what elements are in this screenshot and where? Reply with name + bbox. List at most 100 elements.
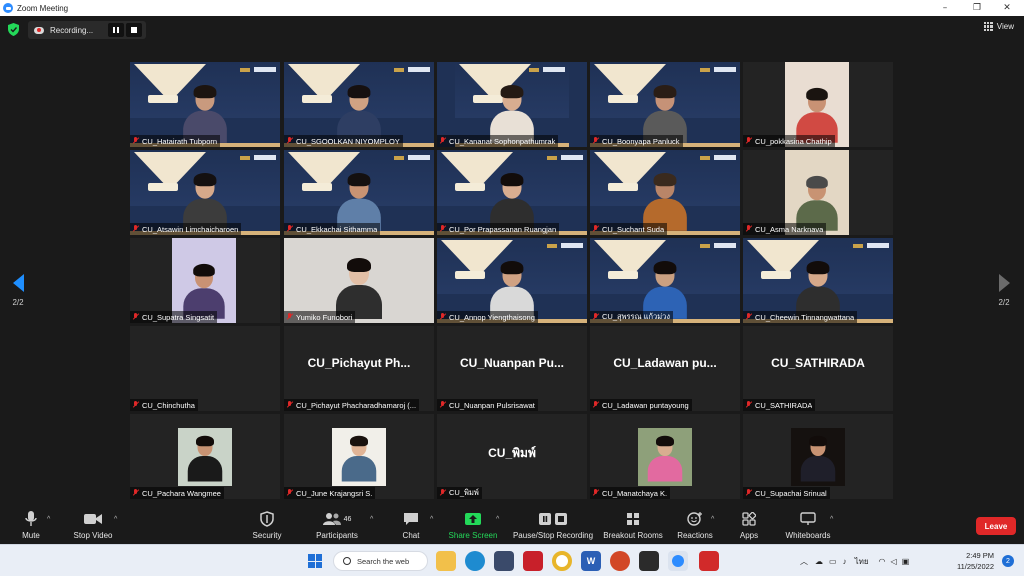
taskbar-clock[interactable]: 2:49 PM 11/25/2022 — [957, 550, 994, 572]
participant-name: CU_Kananat Sophonpathumrak — [449, 136, 556, 146]
whiteboards-button[interactable]: Whiteboards ^ — [773, 510, 843, 540]
stop-recording-button[interactable] — [126, 23, 142, 37]
view-button[interactable]: View — [983, 22, 1014, 31]
powerpoint-icon[interactable] — [610, 551, 630, 571]
word-icon[interactable]: W — [581, 551, 601, 571]
battery-icon[interactable]: ▭ — [829, 557, 837, 566]
participant-tile[interactable]: CU_Asma Narknava — [743, 150, 893, 235]
participant-tile[interactable]: CU_Atsawin Limchaicharoen — [130, 150, 280, 235]
participants-label: Participants — [316, 531, 358, 540]
participant-tile[interactable]: CU_Ekkachai Sithamma — [284, 150, 434, 235]
restore-button[interactable]: ❐ — [962, 0, 992, 16]
share-screen-button[interactable]: Share Screen ^ — [438, 510, 508, 540]
stop-video-button[interactable]: Stop Video ^ — [58, 510, 128, 540]
tray-overflow-chevron-icon[interactable]: ︿ — [800, 556, 808, 567]
participant-tile[interactable]: CU_Pachara Wangmee — [130, 414, 280, 499]
mute-button[interactable]: Mute ^ — [0, 510, 66, 540]
participant-tile[interactable]: CU_Boonyapa Panluck — [590, 62, 740, 147]
input-language[interactable]: ไทย — [855, 555, 869, 568]
minimize-button[interactable]: – — [930, 0, 960, 16]
muted-microphone-icon — [132, 137, 139, 145]
sticky-notes-icon[interactable] — [639, 551, 659, 571]
participant-name: CU_Suchant Suda — [602, 224, 665, 234]
participant-tile[interactable]: CU_Suchant Suda — [590, 150, 740, 235]
participant-tile[interactable]: CU_Kananat Sophonpathumrak — [437, 62, 587, 147]
security-shield-icon[interactable] — [8, 23, 19, 36]
chrome-browser-icon[interactable] — [552, 551, 572, 571]
edge-browser-icon[interactable] — [465, 551, 485, 571]
participant-name-label: CU_Supatra Singsatit — [130, 311, 218, 323]
muted-microphone-icon — [439, 137, 446, 145]
notification-badge[interactable]: 2 — [1002, 555, 1014, 567]
participant-tile[interactable]: CU_SGOOLKAN NIYOMPLOY — [284, 62, 434, 147]
video-options-caret-icon[interactable]: ^ — [114, 516, 117, 523]
participant-name: CU_พิมพ์ — [449, 488, 479, 497]
microsoft-store-icon[interactable] — [494, 551, 514, 571]
participant-tile[interactable]: Yumiko Funobori — [284, 238, 434, 323]
mcafee-icon[interactable] — [523, 551, 543, 571]
participant-tile[interactable]: CU_พิมพ์ CU_พิมพ์ — [437, 414, 587, 499]
participant-tile[interactable]: CU_SATHIRADA CU_SATHIRADA — [743, 326, 893, 411]
participant-tile[interactable]: CU_Por Prapassanan Ruangjan — [437, 150, 587, 235]
participant-tile[interactable]: CU_Nuanpan Pu... CU_Nuanpan Pulsrisawat — [437, 326, 587, 411]
participant-tile[interactable]: CU_Cheewin Tinnangwattana — [743, 238, 893, 323]
previous-page-button[interactable]: 2/2 — [9, 274, 27, 307]
participant-tile[interactable]: CU_Pichayut Ph... CU_Pichayut Phacharadha… — [284, 326, 434, 411]
participant-name-label: CU_pokkasina Chathip — [743, 135, 835, 147]
participant-tile[interactable]: CU_Supatra Singsatit — [130, 238, 280, 323]
security-shield-outline-icon — [260, 511, 274, 527]
participant-name-label: CU_Atsawin Limchaicharoen — [130, 223, 242, 235]
muted-microphone-icon — [439, 489, 446, 497]
participant-tile[interactable]: CU_Ladawan pu... CU_Ladawan puntayoung — [590, 326, 740, 411]
muted-microphone-icon — [745, 313, 752, 321]
windows-start-icon[interactable] — [308, 554, 322, 568]
participants-button[interactable]: 46 Participants ^ — [302, 510, 373, 540]
breakout-rooms-button[interactable]: Breakout Rooms — [598, 510, 668, 540]
search-icon — [343, 557, 351, 565]
leave-meeting-button[interactable]: Leave — [976, 517, 1016, 535]
tray-microphone-icon[interactable]: ♪ — [843, 557, 847, 566]
participant-tile[interactable]: CU_Hatairath Tubporn — [130, 62, 280, 147]
participant-name: CU_Asma Narknava — [755, 224, 824, 234]
speaker-icon[interactable]: ◁ — [891, 557, 897, 566]
participant-name-label: CU_Asma Narknava — [743, 223, 827, 235]
participant-name: CU_สุพรรณ แก้วม่วง — [602, 312, 671, 321]
next-page-button[interactable]: 2/2 — [995, 274, 1013, 307]
security-button[interactable]: Security — [232, 510, 302, 540]
participant-video — [800, 435, 836, 482]
participant-name-label: CU_Annop Yiengthaisong — [437, 311, 538, 323]
participant-tile[interactable]: CU_June Krajangsri S. — [284, 414, 434, 499]
power-icon[interactable]: ▣ — [902, 557, 910, 566]
chat-options-caret-icon[interactable]: ^ — [430, 516, 433, 523]
wifi-icon[interactable]: ◠ — [879, 557, 886, 566]
participants-options-caret-icon[interactable]: ^ — [370, 516, 373, 523]
participant-tile[interactable]: CU_Manatchaya K. — [590, 414, 740, 499]
zoom-taskbar-icon[interactable] — [668, 551, 688, 571]
participant-tile[interactable]: CU_pokkasina Chathip — [743, 62, 893, 147]
participant-video — [183, 84, 227, 143]
pause-recording-button[interactable] — [108, 23, 124, 37]
onedrive-cloud-icon[interactable]: ☁ — [815, 557, 823, 566]
participant-tile[interactable]: CU_Supachai Srinual — [743, 414, 893, 499]
participant-tile[interactable]: CU_สุพรรณ แก้วม่วง — [590, 238, 740, 323]
taskbar-search-box[interactable]: Search the web — [333, 551, 428, 571]
meeting-top-bar: Recording... View — [0, 16, 1024, 44]
whiteboards-options-caret-icon[interactable]: ^ — [830, 516, 833, 523]
close-button[interactable]: ✕ — [992, 0, 1022, 16]
share-options-caret-icon[interactable]: ^ — [496, 516, 499, 523]
audio-options-caret-icon[interactable]: ^ — [47, 516, 50, 523]
recording-status-text: Recording... — [50, 25, 94, 35]
share-screen-label: Share Screen — [448, 531, 498, 540]
participant-tile[interactable]: CU_Chinchutha — [130, 326, 280, 411]
title-bar: Zoom Meeting – ❐ ✕ — [0, 0, 1024, 16]
participant-video — [183, 263, 225, 319]
muted-microphone-icon — [132, 489, 139, 497]
chat-button[interactable]: Chat ^ — [376, 510, 446, 540]
participant-tile[interactable]: CU_Annop Yiengthaisong — [437, 238, 587, 323]
acrobat-icon[interactable] — [699, 551, 719, 571]
participant-display-name: CU_Nuanpan Pu... — [459, 356, 564, 370]
pause-stop-recording-button[interactable]: Pause/Stop Recording — [510, 510, 596, 540]
file-explorer-icon[interactable] — [436, 551, 456, 571]
recording-indicator: Recording... — [28, 21, 146, 39]
participant-video — [187, 435, 223, 482]
